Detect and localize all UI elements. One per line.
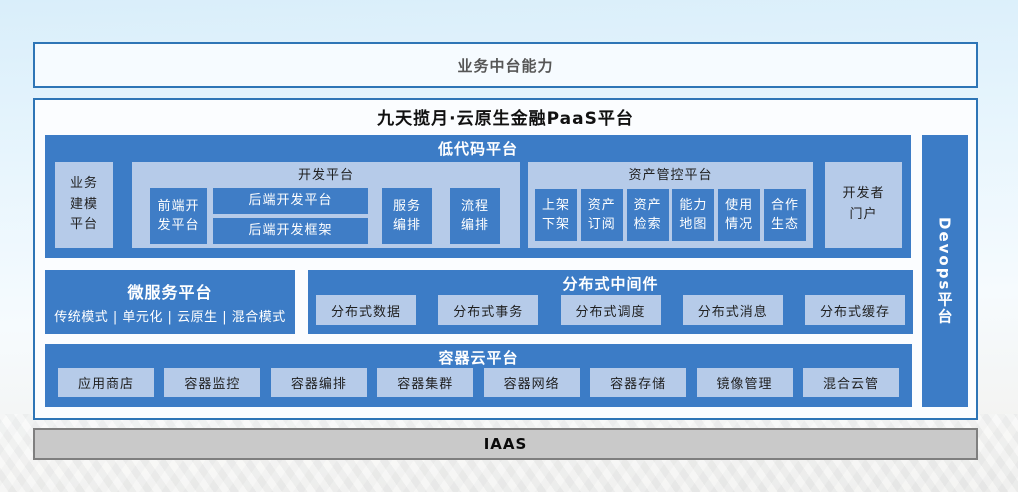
lowcode-title: 低代码平台: [45, 138, 911, 159]
asset-onboarding-box: 上架下架: [535, 189, 577, 241]
backend-platform-box: 后端开发平台: [213, 188, 368, 214]
frontend-dev-box: 前端开发平台: [150, 188, 207, 244]
asset-control-panel: 资产管控平台 上架下架 资产订阅 资产检索 能力地图 使用情况 合作生态: [528, 162, 813, 248]
app-store-box: 应用商店: [58, 368, 154, 397]
section-microservice-platform: 微服务平台 传统模式 | 单元化 | 云原生 | 混合模式: [45, 270, 295, 334]
architecture-diagram: 业务中台能力 九天揽月·云原生金融PaaS平台 低代码平台 业务建模平台 开发平…: [0, 0, 1018, 492]
devops-platform-bar: Devops平台: [922, 135, 968, 407]
dev-platform-title: 开发平台: [132, 164, 520, 183]
hybrid-cloud-mgmt-box: 混合云管: [803, 368, 899, 397]
developer-portal-box: 开发者门户: [825, 162, 902, 248]
paas-platform-box: 九天揽月·云原生金融PaaS平台 低代码平台 业务建模平台 开发平台 前端开发平…: [33, 98, 978, 420]
capability-map-box: 能力地图: [672, 189, 714, 241]
section-lowcode-platform: 低代码平台 业务建模平台 开发平台 前端开发平台 后端开发平台 后端开发框架 服…: [45, 135, 911, 258]
microservice-title: 微服务平台: [127, 279, 212, 303]
asset-subscription-box: 资产订阅: [581, 189, 623, 241]
flow-orchestration-box: 流程编排: [450, 188, 500, 244]
container-orchestration-box: 容器编排: [271, 368, 367, 397]
middleware-title: 分布式中间件: [308, 273, 913, 294]
backend-framework-box: 后端开发框架: [213, 218, 368, 244]
section-container-cloud: 容器云平台 应用商店 容器监控 容器编排 容器集群 容器网络 容器存储 镜像管理…: [45, 344, 912, 407]
iaas-label: IAAS: [484, 435, 528, 453]
distributed-scheduling-box: 分布式调度: [561, 295, 661, 325]
devops-platform-label: Devops平台: [935, 217, 956, 325]
cooperation-eco-box: 合作生态: [764, 189, 806, 241]
container-monitor-box: 容器监控: [164, 368, 260, 397]
container-cluster-box: 容器集群: [377, 368, 473, 397]
container-network-box: 容器网络: [484, 368, 580, 397]
distributed-data-box: 分布式数据: [316, 295, 416, 325]
usage-status-box: 使用情况: [718, 189, 760, 241]
container-storage-box: 容器存储: [590, 368, 686, 397]
middleware-row: 分布式数据 分布式事务 分布式调度 分布式消息 分布式缓存: [316, 295, 905, 325]
container-cloud-title: 容器云平台: [45, 347, 912, 368]
distributed-message-box: 分布式消息: [683, 295, 783, 325]
microservice-modes: 传统模式 | 单元化 | 云原生 | 混合模式: [54, 306, 285, 325]
asset-search-box: 资产检索: [627, 189, 669, 241]
section-distributed-middleware: 分布式中间件 分布式数据 分布式事务 分布式调度 分布式消息 分布式缓存: [308, 270, 913, 334]
dev-platform-panel: 开发平台 前端开发平台 后端开发平台 后端开发框架 服务编排 流程编排: [132, 162, 520, 248]
developer-portal-label: 开发者门户: [839, 184, 888, 226]
image-management-box: 镜像管理: [697, 368, 793, 397]
business-midend-label: 业务中台能力: [457, 55, 553, 76]
asset-control-title: 资产管控平台: [528, 164, 813, 183]
business-midend-box: 业务中台能力: [33, 42, 978, 88]
business-modeling-label: 业务建模平台: [68, 174, 100, 236]
distributed-transaction-box: 分布式事务: [438, 295, 538, 325]
backend-dev-stack: 后端开发平台 后端开发框架: [213, 188, 368, 244]
business-modeling-box: 业务建模平台: [55, 162, 113, 248]
platform-title: 九天揽月·云原生金融PaaS平台: [35, 104, 976, 129]
asset-control-row: 上架下架 资产订阅 资产检索 能力地图 使用情况 合作生态: [535, 189, 806, 241]
iaas-bar: IAAS: [33, 428, 978, 460]
service-orchestration-box: 服务编排: [382, 188, 432, 244]
container-cloud-row: 应用商店 容器监控 容器编排 容器集群 容器网络 容器存储 镜像管理 混合云管: [58, 368, 899, 397]
distributed-cache-box: 分布式缓存: [805, 295, 905, 325]
